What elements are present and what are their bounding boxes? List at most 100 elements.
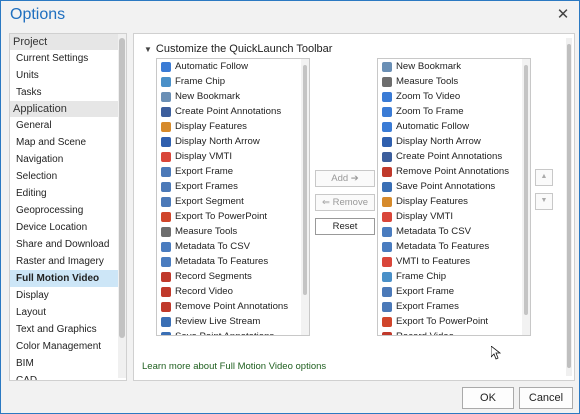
- cancel-button[interactable]: Cancel: [519, 387, 573, 409]
- list-item[interactable]: Measure Tools: [157, 224, 309, 239]
- ok-button[interactable]: OK: [462, 387, 514, 409]
- list-item[interactable]: Display Features: [157, 119, 309, 134]
- list-item[interactable]: Display VMTI: [157, 149, 309, 164]
- list-item[interactable]: Measure Tools: [378, 74, 530, 89]
- panel-scrollbar[interactable]: [566, 38, 572, 376]
- list-item[interactable]: Display VMTI: [378, 209, 530, 224]
- nav-item-bim[interactable]: BIM: [10, 355, 126, 372]
- nav-item-geoprocessing[interactable]: Geoprocessing: [10, 202, 126, 219]
- vmti-features-icon: [382, 256, 392, 267]
- chevron-down-icon[interactable]: ▼: [144, 45, 152, 54]
- nav-item-editing[interactable]: Editing: [10, 185, 126, 202]
- nav-item-cad[interactable]: CAD: [10, 372, 126, 380]
- list-item[interactable]: Record Video: [378, 329, 530, 335]
- nav-item-units[interactable]: Units: [10, 67, 126, 84]
- nav-item-text-and-graphics[interactable]: Text and Graphics: [10, 321, 126, 338]
- list-item[interactable]: Remove Point Annotations: [157, 299, 309, 314]
- north-arrow-icon: [382, 136, 392, 147]
- nav-item-selection[interactable]: Selection: [10, 168, 126, 185]
- measure-icon: [382, 76, 392, 87]
- list-item[interactable]: Save Point Annotations: [378, 179, 530, 194]
- list-item[interactable]: Export To PowerPoint: [378, 314, 530, 329]
- list-item-label: Metadata To CSV: [175, 241, 251, 252]
- list-item-label: Export Frame: [175, 166, 234, 177]
- record-video-icon: [382, 331, 392, 335]
- nav-item-general[interactable]: General: [10, 117, 126, 134]
- list-item[interactable]: Metadata To Features: [157, 254, 309, 269]
- list-item-label: Create Point Annotations: [175, 106, 282, 117]
- list-item[interactable]: Display Features: [378, 194, 530, 209]
- list-item[interactable]: Metadata To Features: [378, 239, 530, 254]
- list-item[interactable]: Frame Chip: [378, 269, 530, 284]
- list-item[interactable]: Create Point Annotations: [378, 149, 530, 164]
- quicklaunch-list-scrollbar[interactable]: [522, 59, 530, 335]
- add-button[interactable]: Add ➔: [315, 170, 375, 187]
- metadata-features-icon: [161, 256, 171, 267]
- nav-scrollbar[interactable]: [118, 34, 126, 378]
- list-item-label: Metadata To CSV: [396, 226, 472, 237]
- list-item[interactable]: Zoom To Video: [378, 89, 530, 104]
- list-item-label: Export Frames: [396, 301, 459, 312]
- move-up-button[interactable]: ▲: [535, 169, 553, 186]
- list-item[interactable]: Display North Arrow: [157, 134, 309, 149]
- display-features-icon: [382, 196, 392, 207]
- list-item[interactable]: Export Frames: [157, 179, 309, 194]
- move-down-button[interactable]: ▼: [535, 193, 553, 210]
- list-item[interactable]: Create Point Annotations: [157, 104, 309, 119]
- nav-item-color-management[interactable]: Color Management: [10, 338, 126, 355]
- learn-more-link[interactable]: Learn more about Full Motion Video optio…: [142, 361, 326, 372]
- nav-item-full-motion-video[interactable]: Full Motion Video: [10, 270, 126, 287]
- available-list-scrollbar[interactable]: [301, 59, 309, 335]
- panel-scroll-thumb[interactable]: [567, 44, 571, 368]
- list-item[interactable]: Zoom To Frame: [378, 104, 530, 119]
- list-item[interactable]: Automatic Follow: [378, 119, 530, 134]
- nav-item-map-and-scene[interactable]: Map and Scene: [10, 134, 126, 151]
- options-panel: ▼ Customize the QuickLaunch Toolbar Autom…: [133, 33, 575, 381]
- list-item[interactable]: Display North Arrow: [378, 134, 530, 149]
- available-commands-list[interactable]: Automatic Follow Frame Chip New Bookmark Cr…: [156, 58, 310, 336]
- list-item[interactable]: Frame Chip: [157, 74, 309, 89]
- list-item[interactable]: Export Frames: [378, 299, 530, 314]
- list-item[interactable]: Metadata To CSV: [157, 239, 309, 254]
- list-item[interactable]: VMTI to Features: [378, 254, 530, 269]
- list-item[interactable]: Review Live Stream: [157, 314, 309, 329]
- nav-item-navigation[interactable]: Navigation: [10, 151, 126, 168]
- nav-scroll-thumb[interactable]: [119, 38, 125, 338]
- bookmark-icon: [382, 61, 392, 72]
- nav-item-display[interactable]: Display: [10, 287, 126, 304]
- list-item[interactable]: Export Frame: [378, 284, 530, 299]
- list-item[interactable]: Export To PowerPoint: [157, 209, 309, 224]
- point-annotation-icon: [161, 106, 171, 117]
- reset-button[interactable]: Reset: [315, 218, 375, 235]
- list-item[interactable]: New Bookmark: [378, 59, 530, 74]
- close-icon[interactable]: ✕: [553, 5, 573, 25]
- list-item[interactable]: Record Video: [157, 284, 309, 299]
- available-list-scroll-thumb[interactable]: [303, 65, 307, 295]
- section-header[interactable]: ▼ Customize the QuickLaunch Toolbar: [144, 43, 332, 55]
- section-title: Customize the QuickLaunch Toolbar: [155, 43, 333, 55]
- display-features-icon: [161, 121, 171, 132]
- list-item-label: Frame Chip: [175, 76, 226, 87]
- remove-button[interactable]: ⇐ Remove: [315, 194, 375, 211]
- export-segment-icon: [161, 196, 171, 207]
- list-item[interactable]: Record Segments: [157, 269, 309, 284]
- nav-item-layout[interactable]: Layout: [10, 304, 126, 321]
- nav-item-share-and-download[interactable]: Share and Download: [10, 236, 126, 253]
- list-item[interactable]: Automatic Follow: [157, 59, 309, 74]
- list-item[interactable]: New Bookmark: [157, 89, 309, 104]
- save-annotation-icon: [161, 331, 171, 335]
- quicklaunch-list-scroll-thumb[interactable]: [524, 65, 528, 315]
- list-item-label: Record Video: [175, 286, 233, 297]
- nav-item-device-location[interactable]: Device Location: [10, 219, 126, 236]
- list-item[interactable]: Save Point Annotations: [157, 329, 309, 335]
- list-item[interactable]: Export Frame: [157, 164, 309, 179]
- list-item-label: Measure Tools: [175, 226, 238, 237]
- list-item[interactable]: Remove Point Annotations: [378, 164, 530, 179]
- list-item[interactable]: Metadata To CSV: [378, 224, 530, 239]
- nav-item-tasks[interactable]: Tasks: [10, 84, 126, 101]
- list-item[interactable]: Export Segment: [157, 194, 309, 209]
- quicklaunch-commands-list[interactable]: New Bookmark Measure Tools Zoom To Video Zo…: [377, 58, 531, 336]
- nav-item-raster-and-imagery[interactable]: Raster and Imagery: [10, 253, 126, 270]
- nav-item-current-settings[interactable]: Current Settings: [10, 50, 126, 67]
- metadata-features-icon: [382, 241, 392, 252]
